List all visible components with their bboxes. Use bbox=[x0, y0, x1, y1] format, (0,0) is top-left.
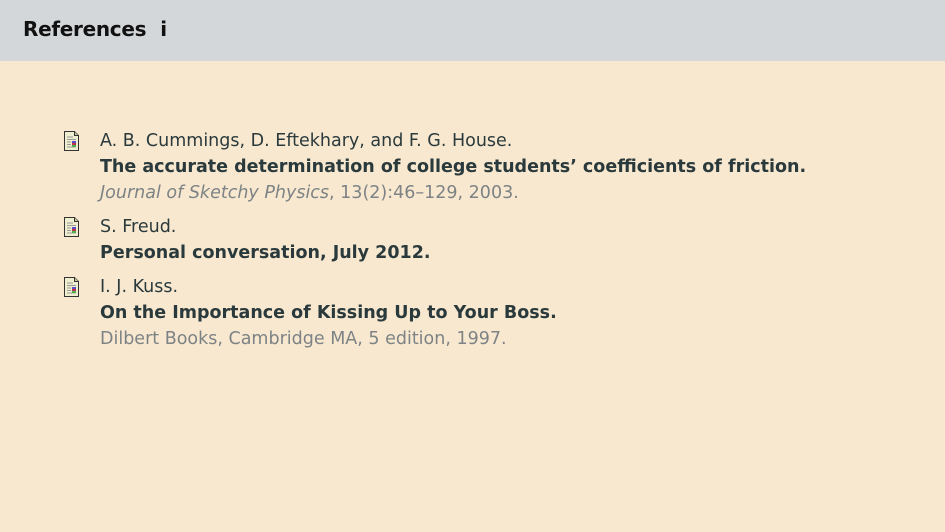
reference-authors: A. B. Cummings, D. Eftekhary, and F. G. … bbox=[100, 131, 513, 151]
journal-name: Journal of Sketchy Physics bbox=[100, 183, 330, 203]
page-marker: i bbox=[160, 17, 167, 41]
reference-title: The accurate determination of college st… bbox=[100, 157, 807, 177]
reference-details: Dilbert Books, Cambridge MA, 5 edition, … bbox=[100, 329, 507, 349]
reference-details: , 13(2):46–129, 2003. bbox=[329, 183, 519, 203]
reference-title: On the Importance of Kissing Up to Your … bbox=[100, 303, 557, 323]
title-text: References bbox=[23, 17, 147, 41]
article-icon bbox=[64, 131, 79, 151]
article-icon bbox=[64, 217, 79, 237]
reference-item: S. Freud. Personal conversation, July 20… bbox=[64, 214, 806, 266]
reference-authors: S. Freud. bbox=[100, 217, 177, 237]
reference-item: I. J. Kuss. On the Importance of Kissing… bbox=[64, 274, 806, 352]
reference-title: Personal conversation, July 2012. bbox=[100, 243, 431, 263]
frame-header: References i bbox=[0, 0, 945, 61]
bibliography-list: A. B. Cummings, D. Eftekhary, and F. G. … bbox=[64, 128, 806, 360]
frame-title: References i bbox=[23, 17, 167, 41]
article-icon bbox=[64, 277, 79, 297]
reference-item: A. B. Cummings, D. Eftekhary, and F. G. … bbox=[64, 128, 806, 206]
reference-authors: I. J. Kuss. bbox=[100, 277, 179, 297]
reference-venue: Journal of Sketchy Physics, 13(2):46–129… bbox=[100, 180, 806, 206]
